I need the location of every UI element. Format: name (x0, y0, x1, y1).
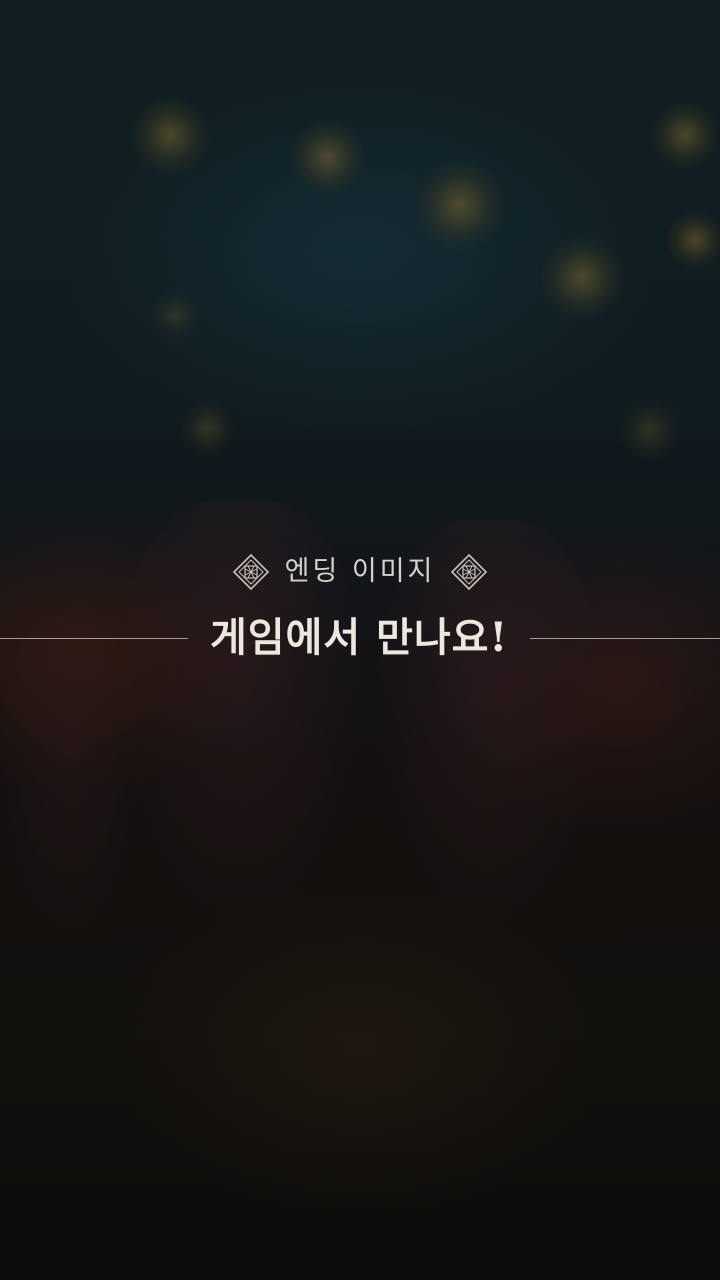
bokeh-light (665, 210, 720, 270)
right-divider-line (530, 638, 720, 639)
bokeh-light (130, 95, 210, 175)
ending-title-block: 엔딩 이미지 게임에서 만나요! (0, 548, 720, 668)
bokeh-light (620, 400, 680, 460)
diamond-ornament-icon (232, 554, 269, 590)
subtitle-row: 엔딩 이미지 (0, 548, 720, 596)
bokeh-light (415, 160, 505, 250)
left-divider-line (0, 638, 188, 639)
bokeh-light (290, 120, 365, 195)
ending-main-title: 게임에서 만나요! (209, 614, 509, 661)
bokeh-light (150, 290, 200, 340)
ending-subtitle: 엔딩 이미지 (284, 556, 436, 587)
bokeh-light (540, 235, 625, 320)
ending-screen: 엔딩 이미지 게임에서 만나요! (0, 0, 720, 1280)
bokeh-light (180, 400, 235, 455)
diamond-ornament-icon (451, 554, 488, 590)
main-title-row: 게임에서 만나요! (0, 610, 720, 666)
character-silhouette (0, 620, 140, 940)
bokeh-light (650, 100, 720, 170)
